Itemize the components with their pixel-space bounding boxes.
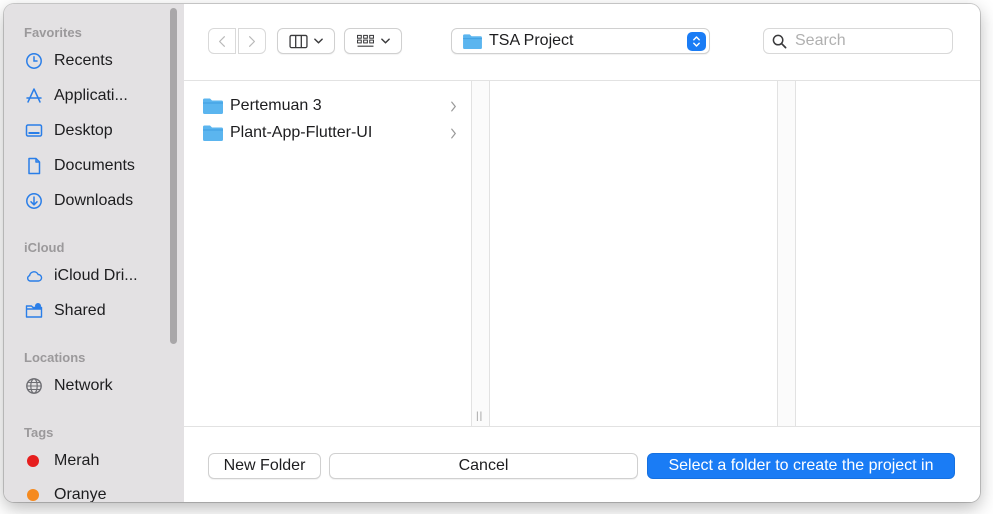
- shared-folder-icon: [24, 301, 44, 321]
- sidebar-item-tag-oranye[interactable]: Oranye: [24, 482, 164, 502]
- sidebar: Favorites Recents Applicati... Desktop D…: [4, 4, 184, 502]
- sidebar-section-favorites: Favorites: [24, 25, 82, 40]
- list-item[interactable]: Plant-App-Flutter-UI: [202, 120, 457, 146]
- folder-icon: [203, 98, 223, 114]
- sidebar-item-shared[interactable]: Shared: [24, 298, 164, 324]
- sidebar-item-downloads[interactable]: Downloads: [24, 188, 164, 214]
- folder-icon: [463, 33, 482, 49]
- select-folder-button[interactable]: Select a folder to create the project in: [647, 453, 955, 479]
- search-field[interactable]: [763, 28, 953, 54]
- clock-icon: [24, 51, 44, 71]
- cancel-button[interactable]: Cancel: [329, 453, 638, 479]
- search-icon: [772, 34, 787, 48]
- globe-icon: [24, 376, 44, 396]
- sidebar-item-label: Documents: [54, 157, 135, 174]
- folder-icon: [203, 125, 223, 141]
- sidebar-item-network[interactable]: Network: [24, 373, 164, 399]
- sidebar-item-label: iCloud Dri...: [54, 267, 138, 284]
- sidebar-item-applications[interactable]: Applicati...: [24, 83, 164, 109]
- sidebar-item-label: Recents: [54, 52, 113, 69]
- group-by-button[interactable]: [344, 28, 402, 54]
- sidebar-section-tags: Tags: [24, 425, 54, 440]
- search-input[interactable]: [793, 31, 937, 51]
- new-folder-button[interactable]: New Folder: [208, 453, 321, 479]
- chevron-left-icon: [219, 35, 225, 47]
- location-popup[interactable]: TSA Project: [451, 28, 710, 54]
- chevron-right-icon: [249, 35, 255, 47]
- list-item[interactable]: Pertemuan 3: [202, 93, 457, 119]
- sidebar-section-icloud: iCloud: [24, 240, 65, 255]
- sidebar-section-locations: Locations: [24, 350, 86, 365]
- chevron-right-icon: [451, 101, 457, 111]
- download-icon: [24, 191, 44, 211]
- back-button[interactable]: [208, 28, 236, 54]
- up-down-chevron-icon: [687, 32, 706, 51]
- list-item-label: Pertemuan 3: [230, 97, 322, 114]
- sidebar-scrollbar[interactable]: [170, 8, 177, 344]
- grid-group-icon: [357, 34, 374, 47]
- chevron-down-icon: [314, 38, 323, 44]
- column-resize-handle[interactable]: ||: [476, 411, 483, 422]
- sidebar-item-icloud-drive[interactable]: iCloud Dri...: [24, 263, 164, 289]
- column-browser: Pertemuan 3 Plant-App-Flutter-UI ||: [184, 81, 980, 426]
- document-icon: [24, 156, 44, 176]
- sidebar-item-tag-merah[interactable]: Merah: [24, 448, 164, 474]
- sidebar-item-desktop[interactable]: Desktop: [24, 118, 164, 144]
- chevron-down-icon: [381, 38, 390, 44]
- sidebar-item-label: Shared: [54, 302, 106, 319]
- applications-icon: [24, 86, 44, 106]
- chevron-right-icon: [451, 128, 457, 138]
- sidebar-item-label: Oranye: [54, 486, 107, 502]
- cloud-icon: [24, 266, 44, 286]
- browser-column: [490, 81, 778, 426]
- sidebar-item-label: Desktop: [54, 122, 113, 139]
- sidebar-item-label: Applicati...: [54, 87, 128, 104]
- columns-view-icon: [289, 34, 308, 48]
- desktop-icon: [24, 121, 44, 141]
- forward-button[interactable]: [238, 28, 266, 54]
- tag-dot-icon: [27, 455, 39, 467]
- sidebar-item-recents[interactable]: Recents: [24, 48, 164, 74]
- view-mode-button[interactable]: [277, 28, 335, 54]
- column-divider[interactable]: [472, 81, 490, 426]
- sidebar-item-label: Downloads: [54, 192, 134, 209]
- tag-dot-icon: [27, 489, 39, 501]
- browser-column: Pertemuan 3 Plant-App-Flutter-UI: [184, 81, 472, 426]
- list-item-label: Plant-App-Flutter-UI: [230, 124, 373, 141]
- sidebar-item-label: Merah: [54, 452, 100, 469]
- sidebar-item-label: Network: [54, 377, 113, 394]
- column-divider[interactable]: [778, 81, 796, 426]
- button-bar: New Folder Cancel Select a folder to cre…: [184, 426, 980, 502]
- location-label: TSA Project: [489, 32, 574, 49]
- toolbar: TSA Project: [184, 4, 980, 81]
- sidebar-item-documents[interactable]: Documents: [24, 153, 164, 179]
- open-dialog: Favorites Recents Applicati... Desktop D…: [4, 4, 980, 502]
